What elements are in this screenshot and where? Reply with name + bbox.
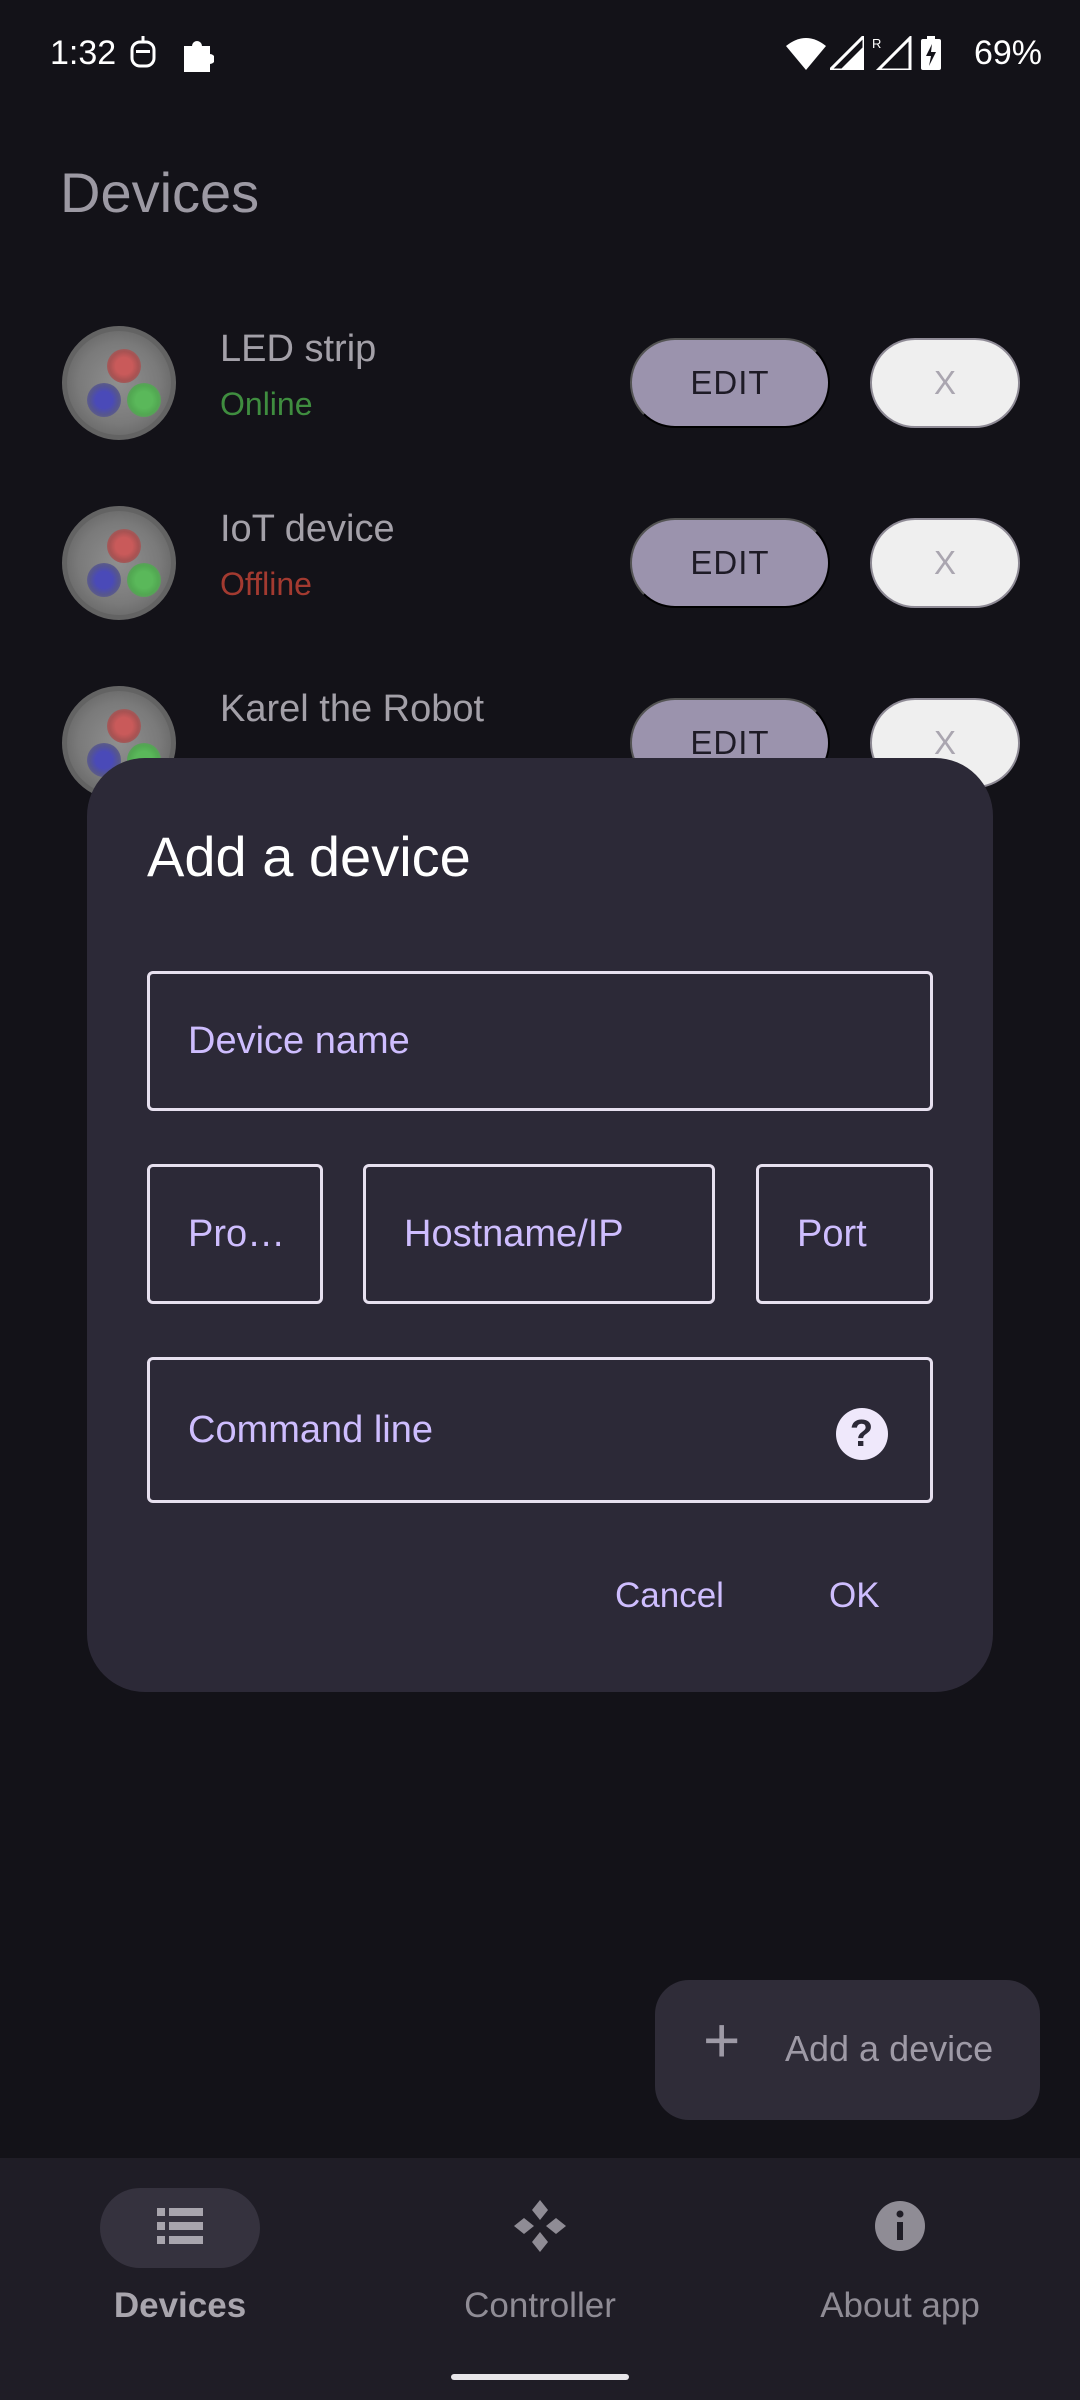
protocol-field[interactable]: [147, 1164, 323, 1304]
battery-charging-icon: [920, 36, 942, 75]
ok-button[interactable]: OK: [829, 1576, 880, 1616]
nav-pill: [460, 2188, 620, 2268]
nav-item-devices[interactable]: Devices: [30, 2188, 330, 2326]
signal-icon: [826, 32, 866, 75]
svg-text:R: R: [872, 36, 881, 51]
add-device-fab[interactable]: + Add a device: [655, 1980, 1040, 2120]
device-row: IoT device Offline EDIT X: [0, 506, 1080, 656]
device-name-input[interactable]: [188, 1019, 930, 1063]
status-bar: 1:32 R 69%: [0, 0, 1080, 110]
led-blue: [87, 383, 121, 417]
device-status: Online: [220, 386, 313, 422]
robot-icon: [128, 36, 158, 75]
nav-label: Controller: [464, 2286, 616, 2325]
info-icon: [874, 2200, 926, 2257]
help-icon[interactable]: ?: [836, 1408, 888, 1460]
nav-item-controller[interactable]: Controller: [390, 2188, 690, 2326]
roaming-signal-icon: R: [872, 34, 912, 75]
edit-button[interactable]: EDIT: [630, 518, 830, 608]
bottom-navigation: Devices Controller About app: [0, 2158, 1080, 2400]
cancel-button[interactable]: Cancel: [615, 1576, 724, 1616]
nav-label: About app: [820, 2286, 980, 2325]
device-avatar: [62, 326, 176, 440]
led-green: [127, 383, 161, 417]
puzzle-icon: [180, 36, 215, 77]
dialog-title: Add a device: [147, 825, 471, 888]
protocol-input[interactable]: [188, 1212, 320, 1256]
device-name: IoT device: [220, 508, 395, 550]
device-name: Karel the Robot: [220, 688, 485, 730]
command-line-field[interactable]: ?: [147, 1357, 933, 1503]
page-title: Devices: [60, 161, 260, 224]
led-red: [107, 349, 141, 383]
status-time: 1:32: [50, 34, 117, 72]
nav-pill: [820, 2188, 980, 2268]
battery-percent: 69%: [973, 34, 1042, 72]
plus-icon: +: [703, 2004, 741, 2076]
controller-icon: [512, 2198, 568, 2259]
edit-button[interactable]: EDIT: [630, 338, 830, 428]
device-name: LED strip: [220, 328, 377, 370]
device-status: Offline: [220, 566, 312, 602]
gesture-bar[interactable]: [451, 2374, 629, 2380]
led-red: [107, 709, 141, 743]
add-device-dialog: Add a device ? Cancel OK: [87, 758, 993, 1692]
hostname-input[interactable]: [404, 1212, 712, 1256]
wifi-icon: [786, 36, 826, 75]
hostname-field[interactable]: [363, 1164, 715, 1304]
device-name-field[interactable]: [147, 971, 933, 1111]
remove-button[interactable]: X: [870, 338, 1020, 428]
device-avatar: [62, 506, 176, 620]
device-row: LED strip Online EDIT X: [0, 326, 1080, 476]
nav-item-about[interactable]: About app: [750, 2188, 1050, 2326]
led-red: [107, 529, 141, 563]
command-line-input[interactable]: [188, 1408, 810, 1452]
list-icon: [157, 2206, 203, 2251]
nav-label: Devices: [113, 2286, 247, 2325]
led-blue: [87, 563, 121, 597]
nav-pill: [100, 2188, 260, 2268]
port-input[interactable]: [797, 1212, 930, 1256]
port-field[interactable]: [756, 1164, 933, 1304]
led-green: [127, 563, 161, 597]
remove-button[interactable]: X: [870, 518, 1020, 608]
fab-label: Add a device: [785, 2028, 994, 2069]
